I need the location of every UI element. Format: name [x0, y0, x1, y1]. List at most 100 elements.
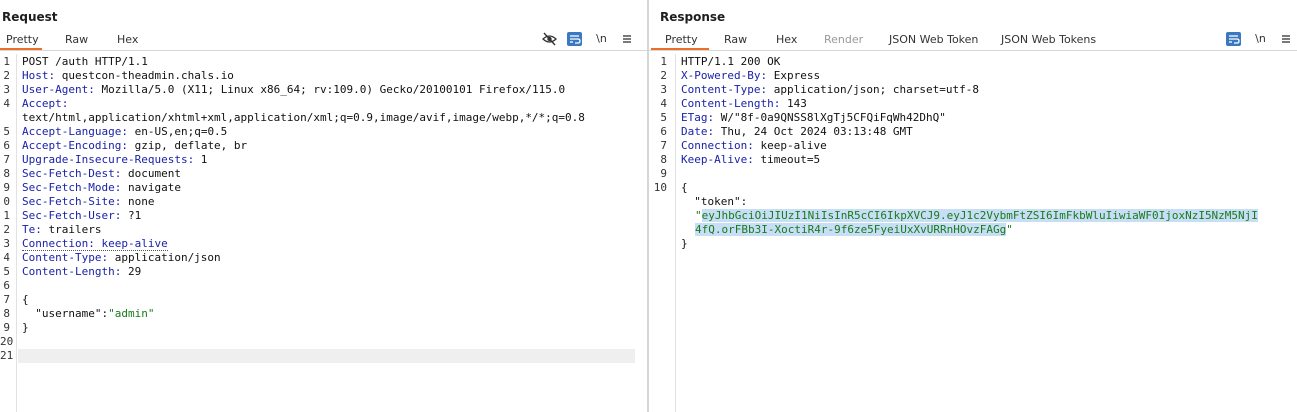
json-brace: } — [22, 321, 29, 334]
header-row: ETag: W/"8f-0a9QNSS8lXgTj5CFQiFqWh42DhQ" — [681, 111, 1297, 125]
header-name: Connection: keep-alive — [22, 237, 168, 251]
json-token-line: "eyJhbGciOiJIUzI1NiIsInR5cCI6IkpXVCJ9.ey… — [695, 209, 1297, 223]
line-number: 5 — [3, 265, 10, 278]
header-name: Content-Type: — [681, 83, 768, 96]
status-line-text: HTTP/1.1 200 OK — [681, 55, 781, 68]
response-editor[interactable]: 1 2 3 4 5 6 7 8 9 10 HTTP/1.1 200 OK X-P… — [649, 54, 1297, 412]
line-number: 6 — [3, 139, 10, 152]
wrap-lines-icon[interactable] — [1226, 32, 1241, 46]
tab-pretty[interactable]: Pretty — [651, 31, 709, 50]
jwt-token-selected[interactable]: 4fQ.orFBb3I-XoctiR4r-9f6ze5FyeiUxXvURRnH… — [695, 223, 1007, 236]
header-value: W/"8f-0a9QNSS8lXgTj5CFQiFqWh42DhQ" — [714, 111, 946, 124]
line-number: 1 — [660, 55, 667, 68]
wrap-lines-icon[interactable] — [567, 32, 582, 46]
line-number: 2 — [3, 223, 10, 236]
tab-json-web-tokens[interactable]: JSON Web Tokens — [1001, 31, 1096, 50]
header-row: Te: trailers — [22, 223, 647, 237]
line-number: 5 — [3, 125, 10, 138]
header-name: Keep-Alive: — [681, 153, 754, 166]
header-row: X-Powered-By: Express — [681, 69, 1297, 83]
header-row: Host: questcon-theadmin.chals.io — [22, 69, 647, 83]
header-value: en-US,en;q=0.5 — [127, 125, 228, 138]
header-value: 1 — [194, 153, 208, 166]
header-row: Upgrade-Insecure-Requests: 1 — [22, 153, 647, 167]
line-number: 6 — [3, 279, 10, 292]
header-row: Content-Length: 143 — [681, 97, 1297, 111]
header-name: Content-Length: — [22, 265, 122, 278]
eye-off-icon[interactable] — [542, 32, 557, 46]
json-line: "token": — [681, 195, 1297, 209]
tab-hex[interactable]: Hex — [776, 31, 797, 50]
json-key: "username" — [22, 307, 102, 320]
request-editor[interactable]: 1 2 3 4 5 6 7 8 9 0 1 2 3 4 5 6 7 8 9 20… — [0, 54, 647, 412]
line-number: 20 — [0, 335, 14, 348]
response-title: Response — [660, 10, 726, 24]
tab-raw[interactable]: Raw — [724, 31, 747, 50]
line-number: 9 — [3, 181, 10, 194]
header-value: Express — [767, 69, 821, 82]
tab-hex[interactable]: Hex — [117, 31, 138, 50]
request-title: Request — [2, 10, 58, 24]
header-name: Accept: — [22, 97, 69, 110]
header-value: 143 — [780, 97, 807, 110]
header-name: Connection: — [681, 139, 754, 152]
header-row: Keep-Alive: timeout=5 — [681, 153, 1297, 167]
header-value: Mozilla/5.0 (X11; Linux x86_64; rv:109.0… — [94, 83, 566, 96]
json-brace: { — [681, 181, 688, 194]
header-row: Accept-Encoding: gzip, deflate, br — [22, 139, 647, 153]
header-name: User-Agent: — [22, 83, 95, 96]
line-number-gutter: 1 2 3 4 5 6 7 8 9 0 1 2 3 4 5 6 7 8 9 20… — [0, 54, 17, 412]
line-number: 6 — [660, 125, 667, 138]
tab-raw[interactable]: Raw — [65, 31, 88, 50]
line-number: 4 — [660, 97, 667, 110]
header-row-wrapped: text/html,application/xhtml+xml,applicat… — [22, 111, 647, 125]
status-line: HTTP/1.1 200 OK — [681, 55, 1297, 69]
newline-toggle[interactable]: \n — [1253, 32, 1268, 46]
jwt-token-selected[interactable]: eyJhbGciOiJIUzI1NiIsInR5cCI6IkpXVCJ9.eyJ… — [701, 209, 1258, 222]
tab-render[interactable]: Render — [824, 31, 863, 50]
line-number: 3 — [3, 237, 10, 250]
header-value: questcon-theadmin.chals.io — [55, 69, 234, 82]
header-row: Date: Thu, 24 Oct 2024 03:13:48 GMT — [681, 125, 1297, 139]
line-number: 1 — [3, 209, 10, 222]
json-brace: } — [681, 237, 688, 250]
line-number: 4 — [3, 97, 10, 110]
hamburger-menu-icon[interactable] — [1279, 32, 1294, 46]
header-name: Accept-Encoding: — [22, 139, 128, 152]
request-line: POST /auth HTTP/1.1 — [22, 55, 647, 69]
line-number: 7 — [3, 153, 10, 166]
line-number: 8 — [3, 167, 10, 180]
header-row: Sec-Fetch-Dest: document — [22, 167, 647, 181]
json-line: "username":"admin" — [22, 307, 647, 321]
header-name: Upgrade-Insecure-Requests: — [22, 153, 195, 166]
header-value: keep-alive — [753, 139, 827, 152]
header-name: Date: — [681, 125, 715, 138]
line-number: 2 — [3, 69, 10, 82]
header-row: Sec-Fetch-Mode: navigate — [22, 181, 647, 195]
header-row: Content-Type: application/json — [22, 251, 647, 265]
json-line: } — [681, 237, 1297, 251]
header-name: Sec-Fetch-Dest: — [22, 167, 122, 180]
line-number: 10 — [653, 181, 667, 194]
header-row: Sec-Fetch-Site: none — [22, 195, 647, 209]
line-number: 1 — [3, 55, 10, 68]
header-name: Sec-Fetch-Mode: — [22, 181, 122, 194]
json-token-line-wrapped: 4fQ.orFBb3I-XoctiR4r-9f6ze5FyeiUxXvURRnH… — [695, 223, 1297, 237]
newline-toggle[interactable]: \n — [594, 32, 609, 46]
header-value: trailers — [41, 223, 102, 236]
header-value: gzip, deflate, br — [127, 139, 248, 152]
line-number-gutter: 1 2 3 4 5 6 7 8 9 10 — [649, 54, 676, 412]
tab-pretty[interactable]: Pretty — [0, 31, 42, 50]
hamburger-menu-icon[interactable] — [620, 32, 635, 46]
header-value: Thu, 24 Oct 2024 03:13:48 GMT — [714, 125, 913, 138]
header-row: Sec-Fetch-User: ?1 — [22, 209, 647, 223]
json-string: "admin" — [108, 307, 155, 320]
line-number: 7 — [660, 139, 667, 152]
json-line: { — [22, 293, 647, 307]
tab-json-web-token[interactable]: JSON Web Token — [889, 31, 978, 50]
header-name: Content-Length: — [681, 97, 781, 110]
header-value: navigate — [121, 181, 181, 194]
json-string-quote: " — [1006, 223, 1013, 236]
header-name: Accept-Language: — [22, 125, 128, 138]
header-name: ETag: — [681, 111, 715, 124]
